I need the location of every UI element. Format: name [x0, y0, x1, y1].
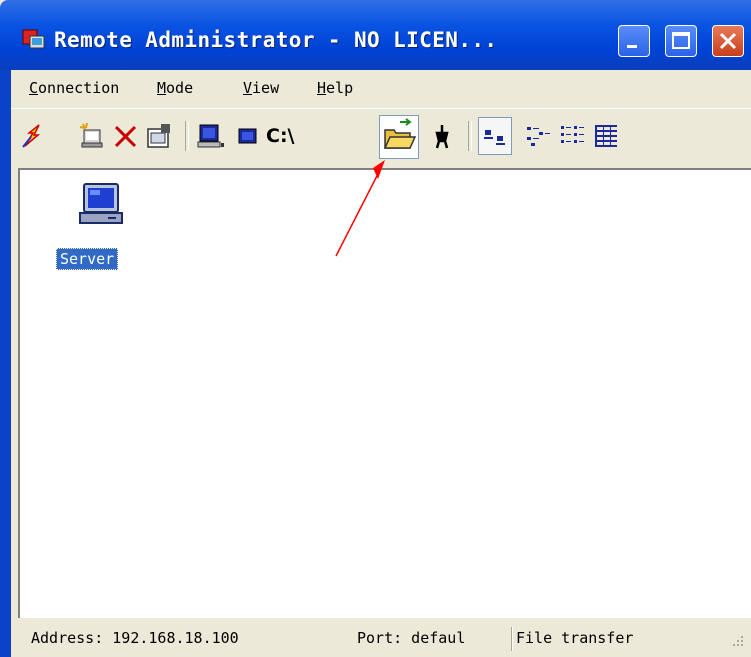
menu-help[interactable]: Help [317, 79, 353, 97]
properties-icon[interactable] [145, 121, 175, 151]
shutdown-icon[interactable] [427, 121, 457, 151]
minimize-icon [627, 45, 637, 48]
menu-mode[interactable]: Mode [157, 79, 193, 97]
list-view-icon[interactable] [557, 121, 587, 151]
close-button[interactable] [712, 25, 744, 57]
status-mode: File transfer [516, 629, 634, 647]
status-divider [511, 627, 513, 651]
connection-list[interactable]: Server [18, 168, 751, 618]
view-only-icon[interactable] [233, 121, 263, 151]
connection-item-server[interactable]: Server [56, 248, 119, 270]
window-frame [0, 70, 11, 657]
maximize-icon [672, 32, 690, 49]
computer-icon[interactable] [78, 182, 126, 226]
status-address: Address: 192.168.18.100 [31, 629, 239, 647]
close-icon [719, 32, 737, 50]
main-window: Remote Administrator - NO LICEN... Conne… [0, 0, 751, 657]
telnet-icon[interactable]: C:\ [266, 121, 300, 151]
toolbar: C:\ [11, 108, 751, 165]
large-icons-view-button[interactable] [478, 117, 512, 155]
menu-view[interactable]: View [243, 79, 279, 97]
small-icons-view-icon[interactable] [523, 121, 553, 151]
minimize-button[interactable] [618, 25, 650, 57]
connect-icon[interactable] [19, 121, 49, 151]
maximize-button[interactable] [665, 25, 697, 57]
file-transfer-button[interactable] [379, 115, 419, 159]
toolbar-separator [468, 121, 472, 151]
large-icons-view-icon [484, 130, 505, 145]
menu-connection[interactable]: Connection [29, 79, 119, 97]
file-transfer-icon [383, 118, 417, 149]
window-title: Remote Administrator - NO LICEN... [54, 28, 498, 52]
details-view-icon[interactable] [591, 121, 621, 151]
status-port: Port: defaul [357, 629, 466, 647]
title-bar[interactable]: Remote Administrator - NO LICEN... [0, 0, 751, 70]
delete-icon[interactable] [111, 121, 141, 151]
menu-bar: Connection Mode View Help [11, 70, 751, 108]
app-icon [22, 29, 45, 49]
resize-grip-icon[interactable] [731, 634, 745, 648]
full-control-icon[interactable] [195, 121, 225, 151]
new-connection-icon[interactable] [77, 121, 107, 151]
toolbar-separator [185, 121, 189, 151]
status-bar: Address: 192.168.18.100 Port: defaul Fil… [11, 620, 751, 657]
